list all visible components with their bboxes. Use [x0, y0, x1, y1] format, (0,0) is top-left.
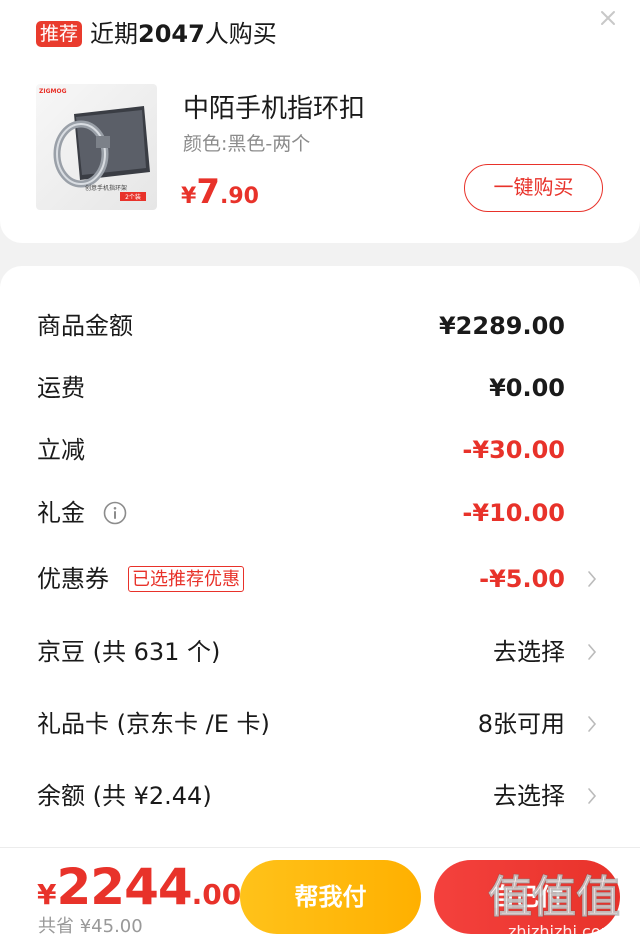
row-value: -¥30.00 [462, 436, 565, 464]
product-title[interactable]: 中陌手机指环扣 [183, 92, 365, 126]
product-price: ¥7.90 [181, 172, 259, 218]
row-value: 去选择 [493, 638, 565, 666]
total-saved: 共省 ¥45.00 [38, 916, 143, 937]
help-me-pay-button[interactable]: 帮我付 [240, 860, 421, 934]
one-click-buy-button[interactable]: 一键购买 [464, 164, 603, 212]
row-value: 去选择 [493, 782, 565, 810]
row-label: 立减 [37, 436, 85, 464]
total-decimal: .00 [191, 878, 242, 911]
close-icon[interactable] [596, 6, 620, 30]
total-integer: 2244 [56, 858, 192, 916]
row-value: -¥5.00 [479, 565, 565, 593]
row-label: 运费 [37, 374, 85, 402]
row-value: ¥2289.00 [438, 312, 565, 340]
row-label: 礼品卡 (京东卡 /E 卡) [37, 710, 270, 738]
row-label: 京豆 (共 631 个) [37, 638, 221, 666]
recommend-tag: 推荐 [36, 21, 83, 47]
total-currency: ¥ [37, 878, 57, 911]
chevron-right-icon [588, 644, 597, 660]
price-currency: ¥ [181, 184, 197, 209]
row-goods-amount: 商品金额 ¥2289.00 [0, 306, 640, 346]
info-icon[interactable] [103, 501, 127, 525]
watermark-site: zhizhizhi.com [508, 922, 617, 941]
row-value: 8张可用 [477, 710, 565, 738]
row-gift-money: 礼金 -¥10.00 [0, 493, 640, 533]
row-value: ¥0.00 [489, 374, 565, 402]
chevron-right-icon [588, 571, 597, 587]
total-price: ¥2244.00 [37, 858, 241, 916]
purchase-count-headline: 近期2047人购买 [90, 17, 277, 51]
row-shipping: 运费 ¥0.00 [0, 368, 640, 408]
coupon-selected-tag: 已选推荐优惠 [128, 566, 244, 592]
product-thumbnail[interactable]: ZIGMOG 创意手机指环架 2个装 [36, 84, 157, 210]
row-coupon[interactable]: 优惠券 已选推荐优惠 -¥5.00 [0, 559, 640, 599]
thumb-caption: 创意手机指环架 [85, 184, 127, 192]
order-summary-card: 商品金额 ¥2289.00 运费 ¥0.00 立减 -¥30.00 礼金 -¥1… [0, 266, 640, 866]
row-label: 余额 (共 ¥2.44) [37, 782, 212, 810]
row-balance[interactable]: 余额 (共 ¥2.44) 去选择 [0, 776, 640, 816]
thumb-badge: 2个装 [125, 193, 141, 201]
chevron-right-icon [588, 716, 597, 732]
recommendation-card: 推荐 近期2047人购买 ZIGMOG 创意手机指环架 2个装 中陌手机指环扣 … [0, 0, 640, 243]
row-label: 礼金 [37, 499, 85, 527]
headline-suffix: 人购买 [204, 20, 277, 48]
chevron-right-icon [588, 788, 597, 804]
row-label: 商品金额 [37, 312, 133, 340]
row-jd-beans[interactable]: 京豆 (共 631 个) 去选择 [0, 632, 640, 672]
row-gift-card[interactable]: 礼品卡 (京东卡 /E 卡) 8张可用 [0, 704, 640, 744]
ring-holder-image: ZIGMOG 创意手机指环架 2个装 [39, 88, 150, 201]
price-decimal: .90 [219, 184, 259, 209]
product-spec: 颜色:黑色-两个 [183, 133, 311, 155]
row-instant-discount: 立减 -¥30.00 [0, 430, 640, 470]
headline-count: 2047 [138, 20, 205, 48]
row-value: -¥10.00 [462, 499, 565, 527]
row-label: 优惠券 [37, 565, 109, 593]
price-integer: 7 [196, 172, 220, 212]
thumb-brand: ZIGMOG [39, 88, 67, 95]
headline-prefix: 近期 [90, 20, 138, 48]
